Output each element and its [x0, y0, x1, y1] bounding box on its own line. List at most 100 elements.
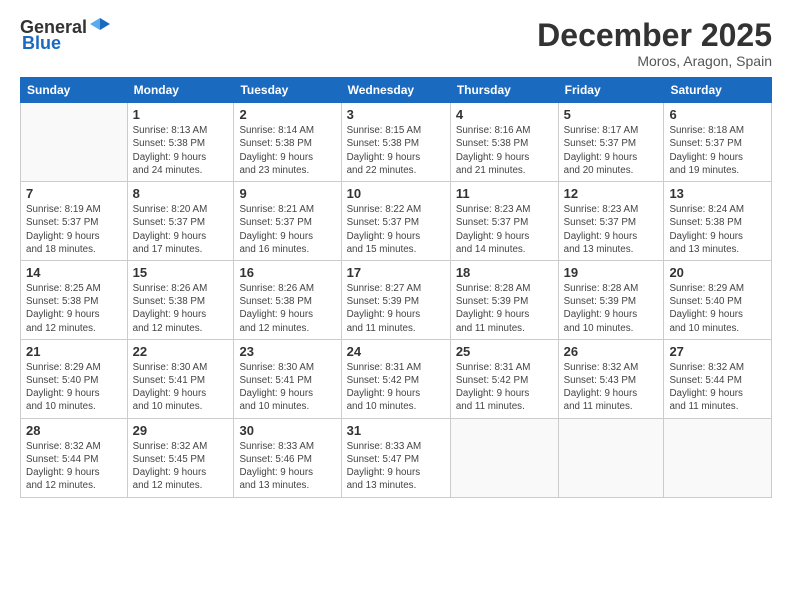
table-row	[21, 103, 128, 182]
logo: General Blue	[20, 18, 111, 54]
title-block: December 2025 Moros, Aragon, Spain	[537, 18, 772, 69]
calendar-week-row: 7 Sunrise: 8:19 AM Sunset: 5:37 PM Daylig…	[21, 182, 772, 261]
day-info: Sunrise: 8:13 AM Sunset: 5:38 PM Dayligh…	[133, 124, 229, 177]
table-row: 5Sunrise: 8:17 AM Sunset: 5:37 PM Daylig…	[558, 103, 664, 182]
col-friday: Friday	[558, 78, 664, 103]
day-number: 13	[669, 186, 766, 201]
table-row: 28Sunrise: 8:32 AM Sunset: 5:44 PM Dayli…	[21, 418, 128, 497]
table-row: 29 Sunrise: 8:32 AM Sunset: 5:45 PM Dayli…	[127, 418, 234, 497]
table-row: 3 Sunrise: 8:15 AM Sunset: 5:38 PM Daylig…	[341, 103, 450, 182]
table-row: 14 Sunrise: 8:25 AM Sunset: 5:38 PM Dayli…	[21, 260, 128, 339]
day-info: Sunrise: 8:30 AM Sunset: 5:41 PM Dayligh…	[239, 361, 335, 414]
day-number: 27	[669, 344, 766, 359]
day-number: 7	[26, 186, 122, 201]
day-number: 1	[133, 107, 229, 122]
day-info: Sunrise: 8:32 AM Sunset: 5:43 PM Dayligh…	[564, 361, 659, 414]
day-info: Sunrise: 8:32 AM Sunset: 5:44 PM Dayligh…	[26, 440, 122, 493]
calendar-week-row: 14 Sunrise: 8:25 AM Sunset: 5:38 PM Dayli…	[21, 260, 772, 339]
table-row: 1 Sunrise: 8:13 AM Sunset: 5:38 PM Daylig…	[127, 103, 234, 182]
day-info: Sunrise: 8:28 AM Sunset: 5:39 PM Dayligh…	[456, 282, 553, 335]
table-row: 30 Sunrise: 8:33 AM Sunset: 5:46 PM Dayli…	[234, 418, 341, 497]
table-row: 31 Sunrise: 8:33 AM Sunset: 5:47 PM Dayli…	[341, 418, 450, 497]
day-number: 30	[239, 423, 335, 438]
day-info: Sunrise: 8:15 AM Sunset: 5:38 PM Dayligh…	[347, 124, 445, 177]
day-info: Sunrise: 8:27 AM Sunset: 5:39 PM Dayligh…	[347, 282, 445, 335]
day-number: 12	[564, 186, 659, 201]
day-info: Sunrise: 8:24 AM Sunset: 5:38 PM Dayligh…	[669, 203, 766, 256]
day-info: Sunrise: 8:33 AM Sunset: 5:47 PM Dayligh…	[347, 440, 445, 493]
table-row: 22 Sunrise: 8:30 AM Sunset: 5:41 PM Dayli…	[127, 339, 234, 418]
table-row: 20 Sunrise: 8:29 AM Sunset: 5:40 PM Dayli…	[664, 260, 772, 339]
day-info: Sunrise: 8:23 AM Sunset: 5:37 PM Dayligh…	[456, 203, 553, 256]
day-number: 18	[456, 265, 553, 280]
table-row: 17 Sunrise: 8:27 AM Sunset: 5:39 PM Dayli…	[341, 260, 450, 339]
day-number: 21	[26, 344, 122, 359]
table-row: 9 Sunrise: 8:21 AM Sunset: 5:37 PM Daylig…	[234, 182, 341, 261]
table-row: 18 Sunrise: 8:28 AM Sunset: 5:39 PM Dayli…	[450, 260, 558, 339]
day-info: Sunrise: 8:32 AM Sunset: 5:44 PM Dayligh…	[669, 361, 766, 414]
day-info: Sunrise: 8:23 AM Sunset: 5:37 PM Dayligh…	[564, 203, 659, 256]
day-number: 31	[347, 423, 445, 438]
col-saturday: Saturday	[664, 78, 772, 103]
day-info: Sunrise: 8:25 AM Sunset: 5:38 PM Dayligh…	[26, 282, 122, 335]
day-info: Sunrise: 8:33 AM Sunset: 5:46 PM Dayligh…	[239, 440, 335, 493]
day-info: Sunrise: 8:30 AM Sunset: 5:41 PM Dayligh…	[133, 361, 229, 414]
col-thursday: Thursday	[450, 78, 558, 103]
day-number: 23	[239, 344, 335, 359]
calendar-week-row: 28Sunrise: 8:32 AM Sunset: 5:44 PM Dayli…	[21, 418, 772, 497]
table-row: 10 Sunrise: 8:22 AM Sunset: 5:37 PM Dayli…	[341, 182, 450, 261]
table-row: 26 Sunrise: 8:32 AM Sunset: 5:43 PM Dayli…	[558, 339, 664, 418]
table-row: 11Sunrise: 8:23 AM Sunset: 5:37 PM Dayli…	[450, 182, 558, 261]
day-number: 8	[133, 186, 229, 201]
header: General Blue December 2025 Moros, Aragon…	[20, 18, 772, 69]
day-info: Sunrise: 8:19 AM Sunset: 5:37 PM Dayligh…	[26, 203, 122, 256]
table-row: 7 Sunrise: 8:19 AM Sunset: 5:37 PM Daylig…	[21, 182, 128, 261]
table-row: 13 Sunrise: 8:24 AM Sunset: 5:38 PM Dayli…	[664, 182, 772, 261]
day-info: Sunrise: 8:31 AM Sunset: 5:42 PM Dayligh…	[347, 361, 445, 414]
day-number: 17	[347, 265, 445, 280]
day-info: Sunrise: 8:29 AM Sunset: 5:40 PM Dayligh…	[669, 282, 766, 335]
day-number: 22	[133, 344, 229, 359]
table-row: 23 Sunrise: 8:30 AM Sunset: 5:41 PM Dayli…	[234, 339, 341, 418]
day-number: 10	[347, 186, 445, 201]
day-number: 26	[564, 344, 659, 359]
table-row: 15 Sunrise: 8:26 AM Sunset: 5:38 PM Dayli…	[127, 260, 234, 339]
day-info: Sunrise: 8:21 AM Sunset: 5:37 PM Dayligh…	[239, 203, 335, 256]
day-number: 14	[26, 265, 122, 280]
day-number: 20	[669, 265, 766, 280]
day-info: Sunrise: 8:29 AM Sunset: 5:40 PM Dayligh…	[26, 361, 122, 414]
day-number: 16	[239, 265, 335, 280]
day-number: 19	[564, 265, 659, 280]
day-info: Sunrise: 8:22 AM Sunset: 5:37 PM Dayligh…	[347, 203, 445, 256]
day-info: Sunrise: 8:18 AM Sunset: 5:37 PM Dayligh…	[669, 124, 766, 177]
col-monday: Monday	[127, 78, 234, 103]
day-info: Sunrise: 8:16 AM Sunset: 5:38 PM Dayligh…	[456, 124, 553, 177]
table-row: 16 Sunrise: 8:26 AM Sunset: 5:38 PM Dayli…	[234, 260, 341, 339]
table-row: 6 Sunrise: 8:18 AM Sunset: 5:37 PM Daylig…	[664, 103, 772, 182]
day-info: Sunrise: 8:28 AM Sunset: 5:39 PM Dayligh…	[564, 282, 659, 335]
table-row: 8Sunrise: 8:20 AM Sunset: 5:37 PM Daylig…	[127, 182, 234, 261]
day-info: Sunrise: 8:26 AM Sunset: 5:38 PM Dayligh…	[133, 282, 229, 335]
table-row: 2Sunrise: 8:14 AM Sunset: 5:38 PM Daylig…	[234, 103, 341, 182]
col-tuesday: Tuesday	[234, 78, 341, 103]
table-row: 21 Sunrise: 8:29 AM Sunset: 5:40 PM Dayli…	[21, 339, 128, 418]
month-title: December 2025	[537, 18, 772, 53]
day-number: 9	[239, 186, 335, 201]
day-number: 3	[347, 107, 445, 122]
day-info: Sunrise: 8:26 AM Sunset: 5:38 PM Dayligh…	[239, 282, 335, 335]
col-wednesday: Wednesday	[341, 78, 450, 103]
day-number: 29	[133, 423, 229, 438]
table-row	[664, 418, 772, 497]
day-number: 15	[133, 265, 229, 280]
table-row	[450, 418, 558, 497]
day-number: 6	[669, 107, 766, 122]
day-info: Sunrise: 8:32 AM Sunset: 5:45 PM Dayligh…	[133, 440, 229, 493]
calendar-table: Sunday Monday Tuesday Wednesday Thursday…	[20, 77, 772, 497]
day-number: 2	[239, 107, 335, 122]
logo-flag-icon	[89, 16, 111, 38]
calendar-week-row: 21 Sunrise: 8:29 AM Sunset: 5:40 PM Dayli…	[21, 339, 772, 418]
table-row: 19 Sunrise: 8:28 AM Sunset: 5:39 PM Dayli…	[558, 260, 664, 339]
page: General Blue December 2025 Moros, Aragon…	[0, 0, 792, 612]
table-row: 12 Sunrise: 8:23 AM Sunset: 5:37 PM Dayli…	[558, 182, 664, 261]
calendar-week-row: 1 Sunrise: 8:13 AM Sunset: 5:38 PM Daylig…	[21, 103, 772, 182]
